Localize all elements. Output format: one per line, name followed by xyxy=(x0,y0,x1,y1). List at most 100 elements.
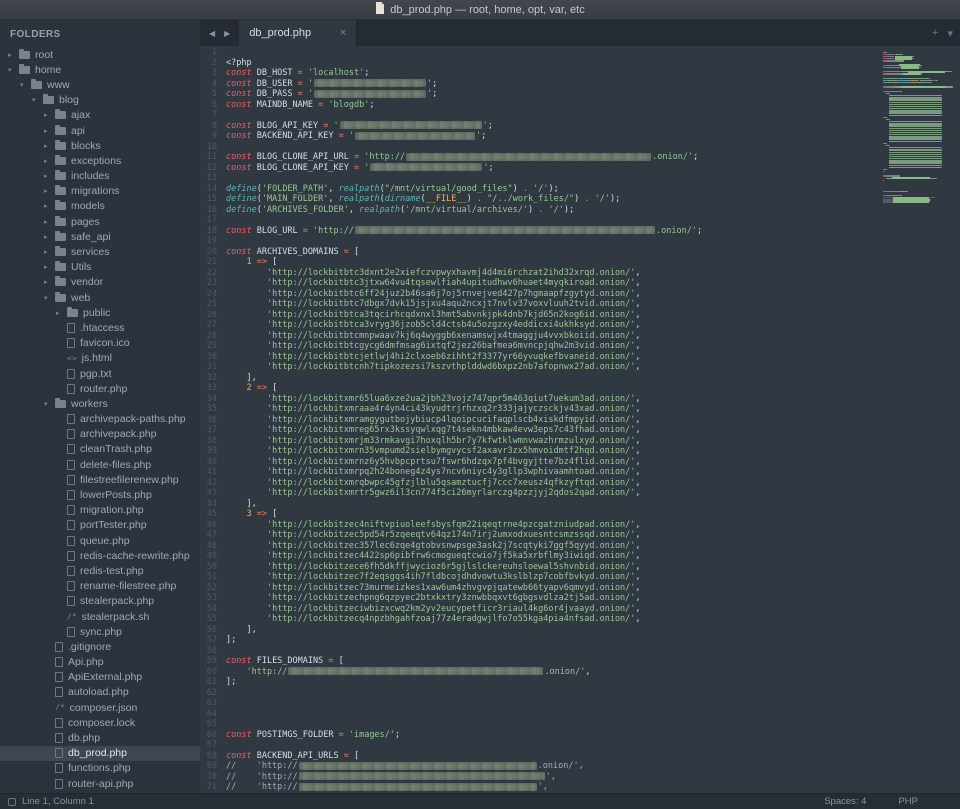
code-line-17[interactable]: 17 xyxy=(200,215,880,226)
tree-file-autoload.php[interactable]: autoload.php xyxy=(0,685,200,700)
code-line-69[interactable]: 69// 'http://.onion/', xyxy=(200,761,880,772)
tree-folder-exceptions[interactable]: ▸exceptions xyxy=(0,153,200,168)
chevron-right-icon[interactable]: ▸ xyxy=(44,127,55,135)
tree-file-pgp.txt[interactable]: pgp.txt xyxy=(0,366,200,381)
code-line-11[interactable]: 11const BLOG_CLONE_API_URL = 'http://.on… xyxy=(200,152,880,163)
tree-folder-services[interactable]: ▸services xyxy=(0,244,200,259)
code-line-28[interactable]: 28 'http://lockbitbtcmnpwaav7kj6q4wyggb6… xyxy=(200,331,880,342)
code-line-29[interactable]: 29 'http://lockbitbtcgycg6dmfmsag6ixtqf2… xyxy=(200,341,880,352)
code-line-21[interactable]: 21 1 => [ xyxy=(200,257,880,268)
code-line-51[interactable]: 51 'http://lockbitzec7f2eqsgqs4ih7fldbco… xyxy=(200,572,880,583)
tab-close-icon[interactable]: × xyxy=(340,27,346,39)
code-line-44[interactable]: 44 ], xyxy=(200,499,880,510)
code-line-39[interactable]: 39 'http://lockbitxmrn35vmpumd2sielbymgv… xyxy=(200,446,880,457)
tree-file-lowerPosts.php[interactable]: lowerPosts.php xyxy=(0,487,200,502)
code-line-71[interactable]: 71// 'http://', xyxy=(200,782,880,793)
syntax-name[interactable]: PHP xyxy=(898,796,918,807)
code-line-7[interactable]: 7 xyxy=(200,110,880,121)
tree-file-filestreefilerenew.php[interactable]: filestreefilerenew.php xyxy=(0,472,200,487)
code-line-14[interactable]: 14define('FOLDER_PATH', realpath("/mnt/v… xyxy=(200,184,880,195)
tree-file-composer.lock[interactable]: composer.lock xyxy=(0,715,200,730)
tree-file-queue.php[interactable]: queue.php xyxy=(0,533,200,548)
code-line-40[interactable]: 40 'http://lockbitxmrnz6y5hvbpcprtsu7fsw… xyxy=(200,457,880,468)
code-line-30[interactable]: 30 'http://lockbitbtcjetlwj4hi2clxoeb6zi… xyxy=(200,352,880,363)
tree-file-.gitignore[interactable]: .gitignore xyxy=(0,639,200,654)
code-line-19[interactable]: 19 xyxy=(200,236,880,247)
indent-setting[interactable]: Spaces: 4 xyxy=(824,796,866,807)
editor[interactable]: 12<?php3const DB_HOST = 'localhost';4con… xyxy=(200,46,960,793)
tree-file-portTester.php[interactable]: portTester.php xyxy=(0,518,200,533)
tree-folder-web[interactable]: ▾web xyxy=(0,290,200,305)
chevron-down-icon[interactable]: ▾ xyxy=(44,294,55,302)
nav-forward-icon[interactable]: ▶ xyxy=(224,29,230,38)
code-line-34[interactable]: 34 'http://lockbitxmr65lua6xze2ua2jbh23v… xyxy=(200,394,880,405)
code-line-6[interactable]: 6const MAINDB_NAME = 'blogdb'; xyxy=(200,100,880,111)
code-line-65[interactable]: 65 xyxy=(200,719,880,730)
code-line-58[interactable]: 58 xyxy=(200,646,880,657)
chevron-down-icon[interactable]: ▾ xyxy=(44,400,55,408)
code-line-38[interactable]: 38 'http://lockbitxmrjm33rmkavgi7hoxqlh5… xyxy=(200,436,880,447)
code-line-42[interactable]: 42 'http://lockbitxmrqbwpc45gfzjlblu5qsa… xyxy=(200,478,880,489)
tree-file-js.html[interactable]: <>js.html xyxy=(0,351,200,366)
code-line-43[interactable]: 43 'http://lockbitxmrtr5gwz6il3cn774f5ci… xyxy=(200,488,880,499)
minimap[interactable] xyxy=(880,46,960,793)
code-line-68[interactable]: 68const BACKEND_API_URLS = [ xyxy=(200,751,880,762)
code-line-48[interactable]: 48 'http://lockbitzec357lec6zqe4gtobvsnw… xyxy=(200,541,880,552)
code-line-53[interactable]: 53 'http://lockbitzechpng6qzpyec2btxkxtr… xyxy=(200,593,880,604)
tree-file-cleanTrash.php[interactable]: cleanTrash.php xyxy=(0,442,200,457)
tree-file-archivepack.php[interactable]: archivepack.php xyxy=(0,427,200,442)
code-line-66[interactable]: 66const POSTIMGS_FOLDER = 'images/'; xyxy=(200,730,880,741)
code-line-63[interactable]: 63 xyxy=(200,698,880,709)
chevron-right-icon[interactable]: ▸ xyxy=(44,248,55,256)
code-line-27[interactable]: 27 'http://lockbitbtca3vryg36jzob5cld4ct… xyxy=(200,320,880,331)
tree-file-Api.php[interactable]: Api.php xyxy=(0,655,200,670)
code-line-22[interactable]: 22 'http://lockbitbtc3dxnt2e2xiefczvpwyx… xyxy=(200,268,880,279)
tree-folder-www[interactable]: ▾www xyxy=(0,77,200,92)
code-line-46[interactable]: 46 'http://lockbitzec4niftvpiuoleefsbysf… xyxy=(200,520,880,531)
tree-folder-pages[interactable]: ▸pages xyxy=(0,214,200,229)
nav-back-icon[interactable]: ◀ xyxy=(209,29,215,38)
chevron-right-icon[interactable]: ▸ xyxy=(44,111,55,119)
code-line-15[interactable]: 15define('MAIN_FOLDER', realpath(dirname… xyxy=(200,194,880,205)
chevron-right-icon[interactable]: ▸ xyxy=(44,263,55,271)
tree-folder-migrations[interactable]: ▸migrations xyxy=(0,184,200,199)
cursor-position[interactable]: Line 1, Column 1 xyxy=(22,796,94,807)
tree-file-favicon.ico[interactable]: favicon.ico xyxy=(0,336,200,351)
tree-file-sync.php[interactable]: sync.php xyxy=(0,624,200,639)
code-line-56[interactable]: 56 ], xyxy=(200,625,880,636)
code-line-41[interactable]: 41 'http://lockbitxmrpq2h24boneg4z4ys7nc… xyxy=(200,467,880,478)
tree-file-db.php[interactable]: db.php xyxy=(0,730,200,745)
tree-file-archivepack-paths.php[interactable]: archivepack-paths.php xyxy=(0,412,200,427)
code-line-64[interactable]: 64 xyxy=(200,709,880,720)
tree-file-delete-files.php[interactable]: delete-files.php xyxy=(0,457,200,472)
code-line-3[interactable]: 3const DB_HOST = 'localhost'; xyxy=(200,68,880,79)
tree-folder-workers[interactable]: ▾workers xyxy=(0,396,200,411)
tree-file-stealerpack.sh[interactable]: /*stealerpack.sh xyxy=(0,609,200,624)
chevron-right-icon[interactable]: ▸ xyxy=(44,157,55,165)
tree-file-rename-filestree.php[interactable]: rename-filestree.php xyxy=(0,579,200,594)
chevron-right-icon[interactable]: ▸ xyxy=(44,202,55,210)
tree-folder-blocks[interactable]: ▸blocks xyxy=(0,138,200,153)
code-line-10[interactable]: 10 xyxy=(200,142,880,153)
tree-file-stealerpack.php[interactable]: stealerpack.php xyxy=(0,594,200,609)
tree-file-redis-cache-rewrite.php[interactable]: redis-cache-rewrite.php xyxy=(0,548,200,563)
code-line-26[interactable]: 26 'http://lockbitbtca3tqcirhcqdxnxl3hmt… xyxy=(200,310,880,321)
tree-folder-models[interactable]: ▸models xyxy=(0,199,200,214)
code-line-9[interactable]: 9const BACKEND_API_KEY = ''; xyxy=(200,131,880,142)
tree-file-router.php[interactable]: router.php xyxy=(0,381,200,396)
tree-folder-blog[interactable]: ▾blog xyxy=(0,93,200,108)
tree-folder-public[interactable]: ▸public xyxy=(0,305,200,320)
tree-folder-home[interactable]: ▾home xyxy=(0,62,200,77)
code-line-62[interactable]: 62 xyxy=(200,688,880,699)
tree-folder-api[interactable]: ▸api xyxy=(0,123,200,138)
tree-folder-vendor[interactable]: ▸vendor xyxy=(0,275,200,290)
code-line-37[interactable]: 37 'http://lockbitxmreg65rx3kssyqwlxqg7t… xyxy=(200,425,880,436)
code-line-24[interactable]: 24 'http://lockbitbtc6ff24juz2b46sa6j7oj… xyxy=(200,289,880,300)
code-line-8[interactable]: 8const BLOG_API_KEY = ''; xyxy=(200,121,880,132)
tree-file-redis-test.php[interactable]: redis-test.php xyxy=(0,563,200,578)
code-line-60[interactable]: 60 'http://.onion/', xyxy=(200,667,880,678)
code-line-1[interactable]: 1 xyxy=(200,47,880,58)
chevron-right-icon[interactable]: ▸ xyxy=(44,172,55,180)
code-line-61[interactable]: 61]; xyxy=(200,677,880,688)
code-line-4[interactable]: 4const DB_USER = ''; xyxy=(200,79,880,90)
